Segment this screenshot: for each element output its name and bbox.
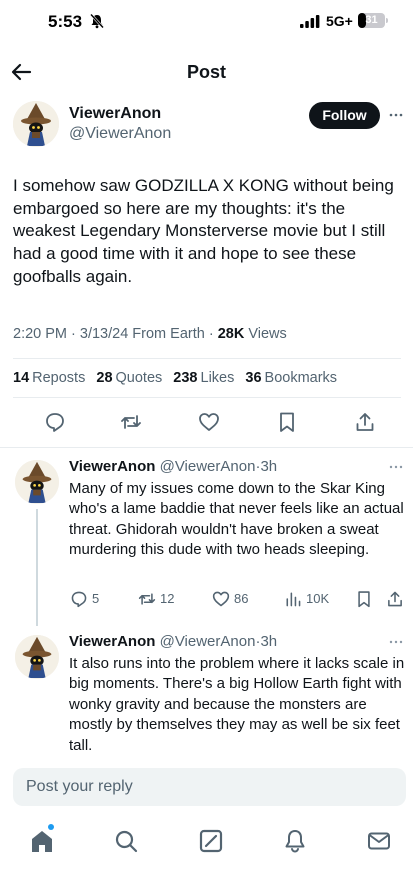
network-type: 5G+ (326, 13, 353, 29)
likes-stat[interactable]: 238 Likes (173, 370, 234, 386)
reposts-stat[interactable]: 14 Reposts (13, 370, 85, 386)
reply-author-handle[interactable]: @ViewerAnon (160, 458, 256, 475)
likes-count: 238 (173, 370, 198, 386)
battery-level: 31 (365, 14, 378, 26)
messages-icon[interactable] (366, 828, 392, 854)
reply-action-bar: 5 12 86 10K (0, 590, 413, 610)
follow-button[interactable]: Follow (309, 102, 380, 129)
quotes-stat[interactable]: 28 Quotes (96, 370, 162, 386)
avatar[interactable] (13, 101, 59, 147)
more-options-icon[interactable] (389, 110, 403, 120)
home-icon[interactable] (29, 828, 55, 854)
cellular-signal-icon (300, 15, 320, 28)
heart-icon[interactable] (198, 411, 220, 433)
speech-bubble-icon (71, 591, 87, 608)
bookmarks-count: 36 (245, 370, 262, 386)
notifications-icon[interactable] (282, 828, 308, 854)
more-options-icon[interactable] (389, 639, 403, 645)
post-text: I somehow saw GODZILLA X KONG without be… (13, 176, 394, 286)
more-options-icon[interactable] (389, 464, 403, 470)
reply-views-count: 10K (306, 591, 330, 606)
reposts-label: Reposts (32, 370, 86, 386)
reply-text: Many of my issues come down to the Skar … (69, 480, 404, 559)
reply-time[interactable]: 3h (260, 458, 277, 475)
author-name[interactable]: ViewerAnon (69, 105, 161, 123)
search-icon[interactable] (113, 828, 139, 854)
black-mage-avatar-icon (15, 460, 59, 504)
bell-muted-icon (90, 13, 104, 29)
reply-likes-count: 86 (234, 591, 249, 606)
divider (13, 397, 401, 398)
bar-chart-icon (286, 592, 301, 607)
likes-label: Likes (200, 370, 235, 386)
top-bar: Post (0, 52, 413, 92)
divider (0, 447, 413, 448)
post-stats: 14 Reposts 28 Quotes 238 Likes 36 Bookmarks (13, 370, 344, 386)
reply-comments-count: 5 (92, 591, 100, 606)
avatar[interactable] (15, 460, 59, 504)
repost-arrows-icon (138, 593, 156, 605)
reply-author-name[interactable]: ViewerAnon (69, 458, 155, 475)
reply-text: It also runs into the problem where it l… (69, 655, 405, 754)
post-timestamp[interactable]: 2:20 PM · 3/13/24 From Earth · (13, 326, 218, 342)
divider (13, 358, 401, 359)
black-mage-avatar-icon (15, 635, 59, 679)
share-icon (388, 591, 402, 607)
status-bar: 5:53 5G+ 31 (0, 0, 413, 44)
avatar[interactable] (15, 635, 59, 679)
quotes-label: Quotes (115, 370, 163, 386)
battery-icon: 31 (358, 13, 385, 28)
bookmarks-label: Bookmarks (264, 370, 338, 386)
bottom-nav (0, 816, 413, 884)
post-meta: 2:20 PM · 3/13/24 From Earth · 28K Views (13, 326, 287, 342)
reply-reposts-count: 12 (160, 591, 175, 606)
reply-header: ViewerAnon @ViewerAnon·3h (69, 633, 277, 650)
share-icon[interactable] (354, 411, 376, 433)
reply-author-name[interactable]: ViewerAnon (69, 633, 155, 650)
black-mage-avatar-icon (13, 101, 59, 147)
quotes-count: 28 (96, 370, 113, 386)
grok-icon[interactable] (198, 828, 224, 854)
bookmark-icon (358, 591, 370, 608)
bookmark-icon[interactable] (276, 411, 298, 433)
page-title: Post (186, 62, 226, 82)
post-action-bar (0, 411, 413, 437)
status-time: 5:53 (48, 12, 83, 31)
views-count: 28K (217, 326, 245, 342)
heart-icon (212, 591, 230, 607)
reply-header: ViewerAnon @ViewerAnon·3h (69, 458, 277, 475)
author-handle[interactable]: @ViewerAnon (69, 125, 171, 143)
reply-composer (13, 768, 406, 806)
bookmarks-stat[interactable]: 36 Bookmarks (245, 370, 337, 386)
reply-input[interactable] (13, 768, 406, 806)
reposts-count: 14 (13, 370, 30, 386)
views-label: Views (244, 326, 287, 342)
reply-author-handle[interactable]: @ViewerAnon (160, 633, 256, 650)
speech-bubble-icon[interactable] (44, 411, 66, 433)
reply-time[interactable]: 3h (260, 633, 277, 650)
battery-tip (386, 18, 388, 23)
repost-arrows-icon[interactable] (120, 411, 142, 433)
